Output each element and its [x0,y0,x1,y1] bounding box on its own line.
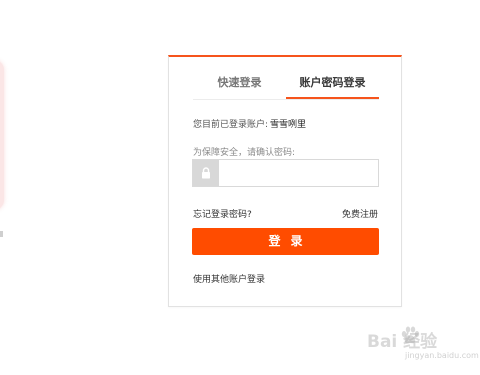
forgot-password-link[interactable]: 忘记登录密码? [193,207,252,220]
login-tabs: 快速登录 账户密码登录 [193,69,379,100]
other-account-login-link[interactable]: 使用其他账户登录 [193,272,265,285]
login-card: 快速登录 账户密码登录 您目前已登录账户: 雪雪咧里 为保障安全，请确认密码: 忘… [168,55,402,307]
lock-icon-box [193,160,219,186]
password-input[interactable] [220,160,377,186]
account-name: 雪雪咧里 [270,120,307,130]
lock-icon [202,167,210,179]
password-confirm-label: 为保障安全，请确认密码: [193,148,296,158]
baidu-jingyan-watermark: Bai 经验 jingyan.baidu.com [367,325,479,365]
logged-in-account: 您目前已登录账户: 雪雪咧里 [193,117,306,130]
watermark-url: jingyan.baidu.com [405,351,479,360]
side-panel-edge [0,60,4,210]
baidu-paw-icon [401,326,420,344]
free-register-link[interactable]: 免费注册 [342,207,378,220]
side-marker [0,231,3,237]
logged-in-prefix: 您目前已登录账户: [193,120,269,130]
password-field [192,159,379,187]
tab-quick-login[interactable]: 快速登录 [193,69,286,99]
login-button[interactable]: 登录 [192,228,379,255]
page: 快速登录 账户密码登录 您目前已登录账户: 雪雪咧里 为保障安全，请确认密码: 忘… [0,0,480,375]
tab-password-login[interactable]: 账户密码登录 [286,69,379,99]
